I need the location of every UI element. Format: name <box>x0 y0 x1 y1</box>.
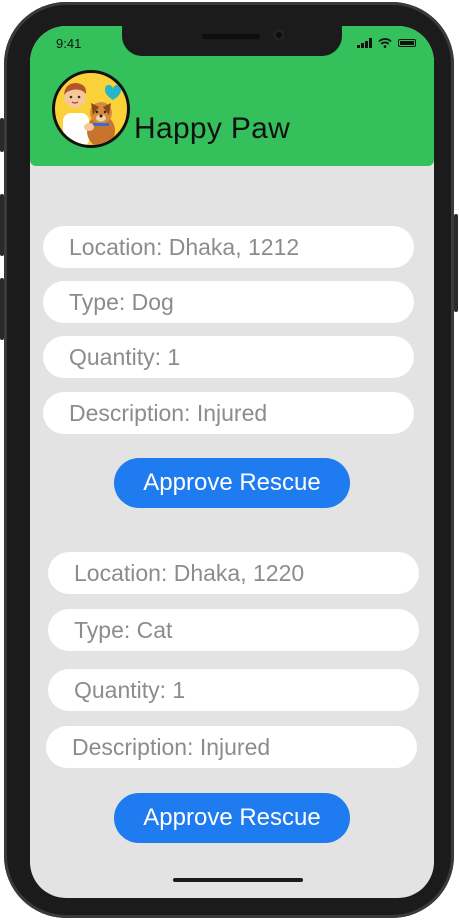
type-field[interactable]: Type: Cat <box>48 609 419 651</box>
description-field[interactable]: Description: Injured <box>43 392 414 434</box>
location-field[interactable]: Location: Dhaka, 1220 <box>48 552 419 594</box>
front-camera <box>273 29 285 41</box>
quantity-field[interactable]: Quantity: 1 <box>43 336 414 378</box>
quantity-field[interactable]: Quantity: 1 <box>48 669 419 711</box>
app-header: Happy Paw <box>30 60 434 166</box>
power-button <box>454 214 458 312</box>
location-field[interactable]: Location: Dhaka, 1212 <box>43 226 414 268</box>
approve-rescue-button[interactable]: Approve Rescue <box>114 458 350 508</box>
volume-down-button <box>0 278 4 340</box>
phone-frame: 9:41 Happy Paw Location: Dhaka, 1212 Typ… <box>0 2 458 918</box>
volume-up-button <box>0 194 4 256</box>
speaker <box>202 34 260 39</box>
avatar-person-dog-icon <box>52 70 130 148</box>
app-title: Happy Paw <box>134 112 291 145</box>
notch <box>122 26 342 56</box>
status-time: 9:41 <box>56 36 82 51</box>
battery-icon <box>398 39 416 47</box>
mute-switch <box>0 118 4 152</box>
status-icons <box>357 38 416 48</box>
home-indicator[interactable] <box>173 878 303 882</box>
screen: 9:41 Happy Paw Location: Dhaka, 1212 Typ… <box>30 26 434 898</box>
type-field[interactable]: Type: Dog <box>43 281 414 323</box>
approve-rescue-button[interactable]: Approve Rescue <box>114 793 350 843</box>
description-field[interactable]: Description: Injured <box>46 726 417 768</box>
wifi-icon <box>378 38 392 48</box>
signal-icon <box>357 38 372 48</box>
